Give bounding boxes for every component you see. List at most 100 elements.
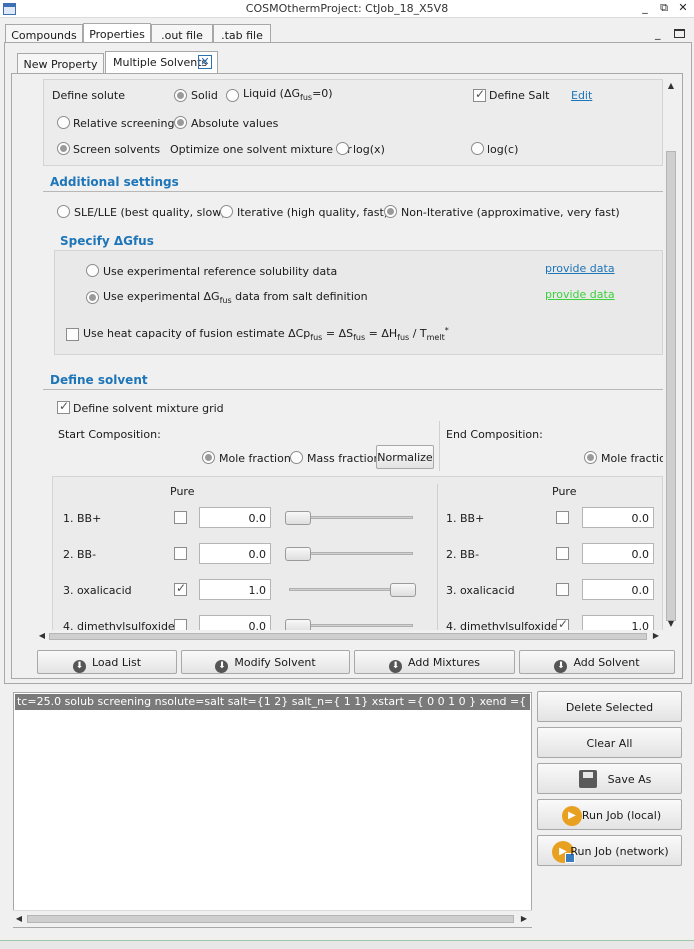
- save-as-button[interactable]: Save As: [537, 763, 682, 794]
- down-arrow-icon: ⬇: [72, 660, 86, 673]
- composition-divider: [439, 421, 440, 471]
- scroll-down-icon[interactable]: ▼: [666, 619, 676, 628]
- sle-lle-radio[interactable]: [57, 205, 70, 218]
- start-pure-checkbox[interactable]: [174, 581, 187, 596]
- normalize-button[interactable]: Normalize: [376, 445, 434, 469]
- settings-horizontal-scrollbar[interactable]: ◀ ▶: [37, 630, 663, 643]
- end-mole-fraction-radio[interactable]: [584, 451, 597, 464]
- tab-tab-file[interactable]: .tab file: [213, 24, 271, 44]
- add-solvent-button[interactable]: ⬇ Add Solvent: [519, 650, 675, 674]
- end-fraction-input[interactable]: 1.0: [582, 615, 654, 630]
- load-list-label: Load List: [91, 656, 142, 669]
- optimize-mixture-label: Optimize one solvent mixture for: [170, 143, 352, 156]
- run-job-network-button[interactable]: ▶ Run Job (network): [537, 835, 682, 866]
- liquid-radio[interactable]: [226, 89, 239, 102]
- start-slider-knob[interactable]: [285, 619, 311, 630]
- down-arrow-icon: ⬇: [554, 660, 568, 673]
- heat-capacity-checkbox[interactable]: [66, 328, 79, 341]
- tab-multiple-solvents[interactable]: Multiple Solvents ✕: [105, 51, 218, 74]
- hc-sup: *: [444, 326, 449, 335]
- end-row-label: 2. BB-: [446, 548, 480, 561]
- solvent-grid-checkbox[interactable]: [57, 399, 70, 414]
- modify-solvent-button[interactable]: ⬇ Modify Solvent: [181, 650, 350, 674]
- hc-s2: fus: [353, 333, 366, 342]
- command-horizontal-scrollbar[interactable]: ◀ ▶: [13, 910, 532, 927]
- logc-label: log(c): [487, 143, 519, 156]
- solvent-divider: [43, 389, 663, 390]
- scroll-up-icon[interactable]: ▲: [666, 81, 676, 90]
- end-fraction-input[interactable]: 0.0: [582, 507, 654, 528]
- start-row-label: 4. dimethylsulfoxide: [63, 620, 175, 630]
- scroll-right-icon[interactable]: ▶: [651, 631, 661, 640]
- run-job-local-button[interactable]: ▶ Run Job (local): [537, 799, 682, 830]
- define-solvent-title: Define solvent: [50, 373, 148, 387]
- provide-data-link[interactable]: provide data: [545, 262, 615, 275]
- end-fraction-input[interactable]: 0.0: [582, 543, 654, 564]
- add-mixtures-button[interactable]: ⬇ Add Mixtures: [354, 650, 515, 674]
- iterative-radio[interactable]: [220, 205, 233, 218]
- settings-scroll-area[interactable]: Define solute Solid Liquid (ΔGfus=0) Def…: [37, 79, 663, 630]
- tab-out-file[interactable]: .out file: [151, 24, 213, 44]
- start-fraction-input[interactable]: 0.0: [199, 507, 271, 528]
- scroll-right-icon[interactable]: ▶: [519, 914, 529, 923]
- minimize-icon[interactable]: _: [638, 1, 652, 15]
- logx-radio[interactable]: [336, 142, 349, 155]
- logx-label: log(x): [353, 143, 385, 156]
- command-scroll-thumb[interactable]: [27, 915, 514, 923]
- start-pure-checkbox[interactable]: [174, 547, 187, 560]
- relative-screening-radio[interactable]: [57, 116, 70, 129]
- down-arrow-icon: ⬇: [389, 660, 403, 673]
- end-pure-checkbox[interactable]: [556, 583, 569, 596]
- command-list[interactable]: [13, 692, 532, 928]
- logc-radio[interactable]: [471, 142, 484, 155]
- settings-vertical-scrollbar[interactable]: ▲ ▼: [664, 79, 678, 630]
- close-tab-icon[interactable]: ✕: [198, 55, 212, 69]
- start-mole-fraction-radio[interactable]: [202, 451, 215, 464]
- panel-minimize-icon[interactable]: _: [655, 27, 661, 40]
- vertical-scroll-thumb[interactable]: [666, 151, 676, 621]
- end-row-label: 1. BB+: [446, 512, 485, 525]
- screen-solvents-radio[interactable]: [57, 142, 70, 155]
- end-pure-checkbox[interactable]: [556, 511, 569, 524]
- delete-selected-button[interactable]: Delete Selected: [537, 691, 682, 722]
- restore-icon[interactable]: ⧉: [657, 1, 671, 15]
- specify-gfus-title: Specify ΔGfus: [60, 234, 154, 248]
- relative-screening-label: Relative screening: [73, 117, 175, 130]
- experimental-solubility-radio[interactable]: [86, 264, 99, 277]
- start-slider-knob[interactable]: [285, 547, 311, 561]
- start-end-separator: [437, 484, 438, 630]
- clear-all-button[interactable]: Clear All: [537, 727, 682, 758]
- start-slider-knob[interactable]: [285, 511, 311, 525]
- run-job-network-label: Run Job (network): [570, 845, 669, 858]
- panel-maximize-icon[interactable]: [674, 29, 685, 38]
- horizontal-scroll-thumb[interactable]: [49, 633, 647, 640]
- close-window-icon[interactable]: ✕: [676, 1, 690, 15]
- solid-radio[interactable]: [174, 89, 187, 102]
- define-salt-checkbox[interactable]: [473, 87, 486, 102]
- scroll-left-icon[interactable]: ◀: [14, 914, 24, 923]
- tab-properties[interactable]: Properties: [83, 23, 151, 44]
- scroll-left-icon[interactable]: ◀: [37, 631, 47, 640]
- end-pure-checkbox[interactable]: [556, 547, 569, 560]
- tab-compounds[interactable]: Compounds: [5, 24, 83, 44]
- start-fraction-input[interactable]: 0.0: [199, 543, 271, 564]
- non-iterative-radio[interactable]: [384, 205, 397, 218]
- start-slider-knob[interactable]: [390, 583, 416, 597]
- load-list-button[interactable]: ⬇ Load List: [37, 650, 177, 674]
- edit-salt-link[interactable]: Edit: [571, 89, 592, 102]
- start-row-label: 1. BB+: [63, 512, 102, 525]
- start-fraction-input[interactable]: 1.0: [199, 579, 271, 600]
- absolute-values-radio[interactable]: [174, 116, 187, 129]
- tab-new-property[interactable]: New Property: [17, 53, 104, 74]
- salt-definition-radio[interactable]: [86, 291, 99, 304]
- salt-definition-sub: fus: [219, 296, 232, 305]
- start-mass-fraction-radio[interactable]: [290, 451, 303, 464]
- start-pure-checkbox[interactable]: [174, 619, 187, 630]
- provide-data-link-green[interactable]: provide data: [545, 288, 615, 301]
- end-fraction-input[interactable]: 0.0: [582, 579, 654, 600]
- start-pure-checkbox[interactable]: [174, 511, 187, 524]
- start-fraction-input[interactable]: 0.0: [199, 615, 271, 630]
- liquid-label-text: Liquid (ΔG: [243, 87, 301, 100]
- end-pure-checkbox[interactable]: [556, 617, 569, 630]
- command-line-item[interactable]: tc=25.0 solub screening nsolute=salt sal…: [15, 694, 530, 710]
